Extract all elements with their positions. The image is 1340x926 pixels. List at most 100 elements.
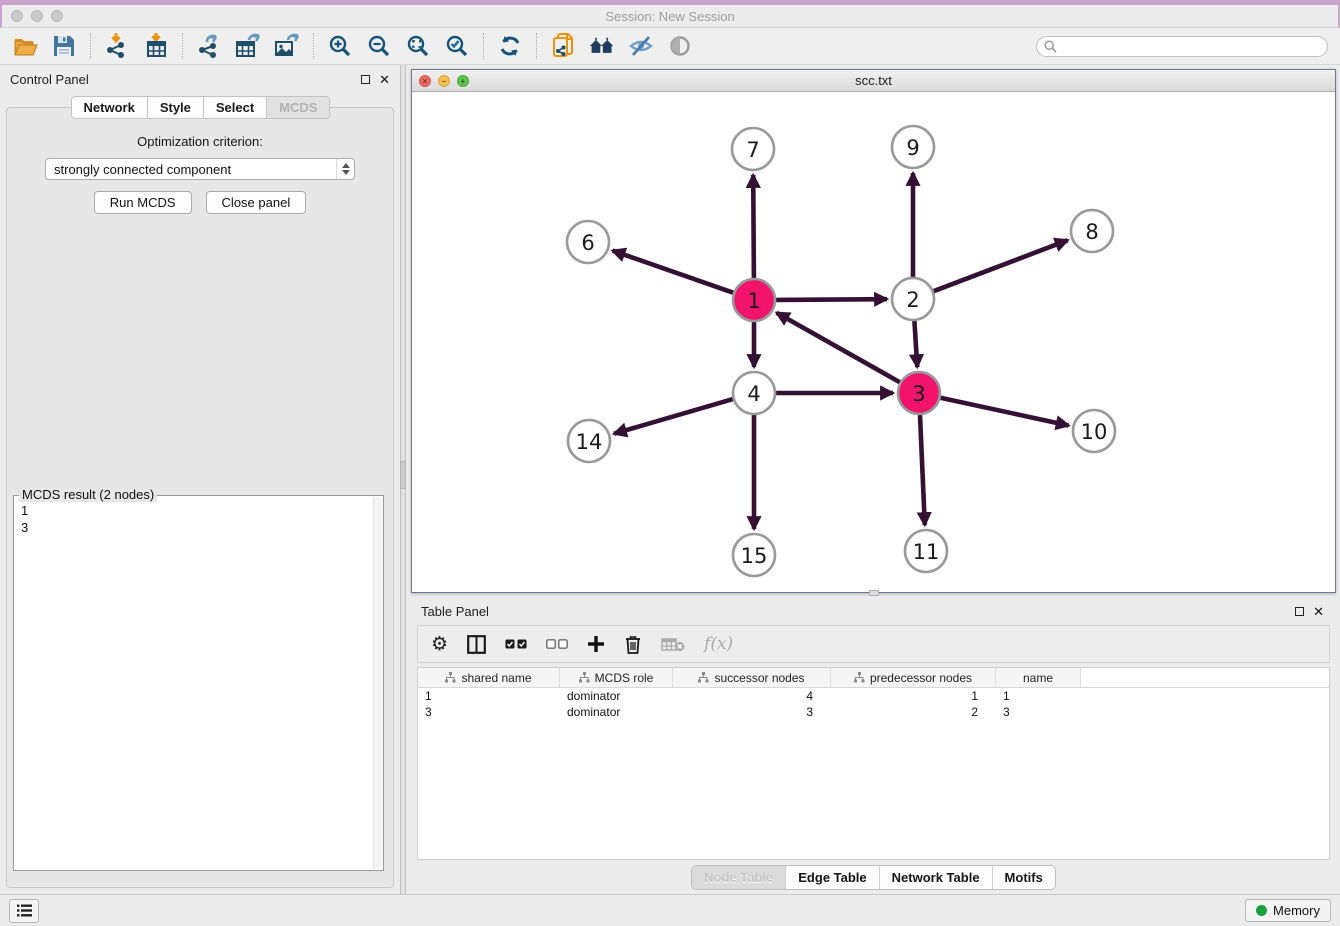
- graph-node-2[interactable]: 2: [892, 278, 934, 320]
- table-row[interactable]: 3dominator323: [418, 704, 1329, 720]
- network-minimize-button[interactable]: −: [438, 75, 450, 87]
- mcds-result-title: MCDS result (2 nodes): [19, 487, 157, 502]
- column-header-mcds-role[interactable]: MCDS role: [560, 668, 673, 687]
- tab-network-table[interactable]: Network Table: [879, 866, 992, 889]
- graph-node-9[interactable]: 9: [892, 126, 934, 168]
- graph-node-15[interactable]: 15: [733, 534, 775, 576]
- global-search[interactable]: [1036, 36, 1328, 57]
- tab-motifs[interactable]: Motifs: [992, 866, 1055, 889]
- import-network-icon[interactable]: [104, 33, 130, 59]
- table-cell: 4: [673, 689, 831, 703]
- column-header-name[interactable]: name: [996, 668, 1081, 687]
- export-image-icon[interactable]: [274, 33, 300, 59]
- graph-edge-1-2[interactable]: [776, 299, 887, 300]
- panel-splitter[interactable]: [400, 65, 406, 894]
- close-table-panel-icon[interactable]: ✕: [1313, 605, 1324, 618]
- network-maximize-button[interactable]: +: [457, 75, 469, 87]
- graph-node-7[interactable]: 7: [732, 128, 774, 170]
- import-table-icon[interactable]: [143, 33, 169, 59]
- float-panel-icon[interactable]: [361, 75, 370, 84]
- zoom-out-icon[interactable]: [366, 33, 392, 59]
- graph-node-3[interactable]: 3: [898, 372, 940, 414]
- zoom-fit-icon[interactable]: [405, 33, 431, 59]
- main-toolbar: [0, 28, 1340, 65]
- deselect-all-rows-icon[interactable]: [546, 639, 568, 649]
- graph-node-10[interactable]: 10: [1073, 410, 1115, 452]
- apply-layout-icon[interactable]: [497, 33, 523, 59]
- svg-text:15: 15: [741, 544, 768, 568]
- tab-edge-table[interactable]: Edge Table: [785, 866, 878, 889]
- toolbar-separator: [536, 33, 537, 59]
- mcds-result-box: MCDS result (2 nodes) 1 3: [13, 495, 384, 871]
- result-line: 3: [21, 519, 376, 536]
- memory-status-icon: [1256, 905, 1267, 916]
- zoom-selected-icon[interactable]: [444, 33, 470, 59]
- table-cell: 2: [831, 705, 996, 719]
- create-new-column-icon[interactable]: [587, 635, 605, 653]
- graph-edge-1-6[interactable]: [613, 251, 734, 293]
- optimization-criterion-select[interactable]: strongly connected component: [45, 158, 355, 180]
- graph-node-4[interactable]: 4: [733, 372, 775, 414]
- table-cell: 1: [831, 689, 996, 703]
- tab-style[interactable]: Style: [147, 96, 204, 119]
- export-table-icon[interactable]: [235, 33, 261, 59]
- column-header-successor-nodes[interactable]: successor nodes: [673, 668, 831, 687]
- delete-columns-icon[interactable]: [624, 634, 642, 654]
- graph-node-11[interactable]: 11: [905, 530, 947, 572]
- mcds-panel: Optimization criterion: strongly connect…: [6, 107, 394, 888]
- svg-text:3: 3: [912, 382, 925, 406]
- tab-select[interactable]: Select: [203, 96, 267, 119]
- close-panel-button[interactable]: Close panel: [206, 191, 307, 214]
- select-all-rows-icon[interactable]: [505, 639, 527, 649]
- toolbar-separator: [90, 33, 91, 59]
- column-header-predecessor-nodes[interactable]: predecessor nodes: [831, 668, 996, 687]
- graph-edge-2-3[interactable]: [914, 321, 917, 367]
- window-titlebar: Session: New Session: [0, 5, 1340, 28]
- network-window-titlebar[interactable]: ✕ − + scc.txt: [412, 70, 1335, 92]
- task-history-button[interactable]: [9, 899, 39, 923]
- result-scrollbar[interactable]: [373, 497, 382, 869]
- table-header-row: shared name MCDS role successor nodes: [418, 668, 1329, 688]
- graph-edge-2-8[interactable]: [934, 240, 1068, 291]
- graph-edge-3-11[interactable]: [920, 415, 925, 525]
- tab-mcds[interactable]: MCDS: [266, 96, 330, 119]
- zoom-in-icon[interactable]: [327, 33, 353, 59]
- toggle-panel-layout-icon[interactable]: [467, 635, 486, 654]
- column-header-shared-name[interactable]: shared name: [418, 668, 560, 687]
- tab-node-table[interactable]: Node Table: [692, 866, 785, 889]
- graph-edge-4-14[interactable]: [614, 399, 733, 434]
- select-stepper-icon: [336, 159, 354, 179]
- graph-node-6[interactable]: 6: [567, 221, 609, 263]
- open-session-icon[interactable]: [12, 33, 38, 59]
- new-network-from-selection-icon[interactable]: [550, 33, 576, 59]
- table-settings-icon[interactable]: ⚙: [431, 635, 448, 654]
- graph-node-14[interactable]: 14: [568, 420, 610, 462]
- tab-network[interactable]: Network: [71, 96, 148, 119]
- graph-edge-1-7[interactable]: [753, 175, 754, 278]
- graph-edge-3-10[interactable]: [941, 398, 1069, 426]
- hide-selected-icon[interactable]: [628, 33, 654, 59]
- memory-button[interactable]: Memory: [1245, 899, 1331, 922]
- network-close-button[interactable]: ✕: [419, 75, 431, 87]
- run-mcds-button[interactable]: Run MCDS: [94, 191, 192, 214]
- splitter-handle[interactable]: [400, 461, 406, 489]
- export-network-icon[interactable]: [196, 33, 222, 59]
- graph-node-1[interactable]: 1: [733, 279, 775, 321]
- first-neighbors-icon[interactable]: [589, 33, 615, 59]
- close-panel-icon[interactable]: ✕: [379, 73, 390, 86]
- search-input[interactable]: [1061, 39, 1320, 53]
- control-panel-title: Control Panel: [10, 72, 89, 87]
- float-table-panel-icon[interactable]: [1295, 607, 1304, 616]
- graph-node-8[interactable]: 8: [1071, 210, 1113, 252]
- delete-table-icon[interactable]: [661, 637, 685, 652]
- function-builder-icon[interactable]: f(x): [704, 634, 733, 654]
- table-cell: dominator: [560, 705, 673, 719]
- show-all-icon[interactable]: [667, 33, 693, 59]
- mcds-result-text[interactable]: 1 3: [14, 496, 383, 542]
- table-row[interactable]: 1dominator411: [418, 688, 1329, 704]
- graph-edge-3-1[interactable]: [777, 313, 900, 382]
- network-resize-handle[interactable]: [869, 590, 879, 596]
- window-title: Session: New Session: [2, 9, 1338, 24]
- save-session-icon[interactable]: [51, 33, 77, 59]
- network-canvas[interactable]: 7 9 6 8 1 2 4 3 14 10 15 11: [412, 92, 1335, 592]
